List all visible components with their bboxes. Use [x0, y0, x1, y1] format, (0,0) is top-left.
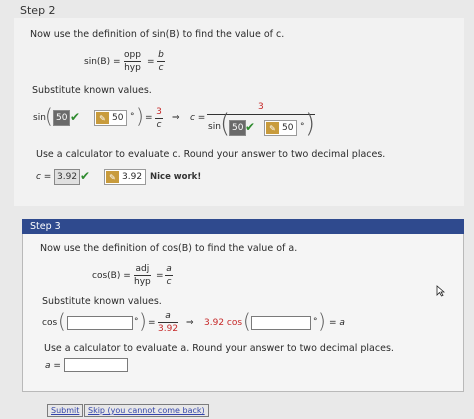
- sin2-close-paren: ): [305, 109, 316, 139]
- step3-substitute: Substitute known values.: [42, 296, 162, 307]
- cos-def-frac2: a c: [165, 264, 173, 287]
- sin-def-eq: =: [147, 57, 155, 67]
- cos-open-paren: (: [58, 309, 66, 333]
- c-input-field[interactable]: ✎ 3.92: [104, 169, 147, 185]
- sin-def-den1: hyp: [124, 63, 141, 73]
- step2-substitute: Substitute known values.: [32, 85, 152, 96]
- sin-close-paren: ): [136, 104, 144, 128]
- step3-title: Step 3: [22, 219, 464, 234]
- cos2-close-paren: ): [318, 309, 326, 333]
- c-input-value: 3.92: [122, 172, 143, 182]
- cos-def-den2: c: [166, 277, 172, 287]
- angle-value-box-2: 50: [229, 120, 247, 136]
- a-input-field[interactable]: [64, 358, 128, 372]
- degree-symbol-3: °: [134, 317, 139, 327]
- cos-def-den1: hyp: [134, 277, 151, 287]
- c-label: c =: [36, 172, 52, 182]
- implies-arrow: ⇒: [172, 113, 180, 123]
- equals-a: = a: [329, 318, 345, 328]
- step3-instruction: Now use the definition of cos(B) to find…: [40, 243, 298, 254]
- frac-a-over-392: a 3.92: [158, 311, 179, 334]
- eq-sign-3: =: [148, 318, 156, 328]
- sin-def-num2: b: [158, 50, 164, 60]
- c-value-box: 3.92: [54, 169, 81, 185]
- check-icon: ✔: [70, 110, 81, 124]
- submit-button[interactable]: Submit: [47, 404, 84, 417]
- num-3b: 3: [258, 102, 264, 112]
- sin-def-lhs: sin(B) =: [84, 57, 121, 67]
- key-icon-2: ✎: [266, 122, 279, 134]
- cos-def-lhs: cos(B) =: [92, 271, 131, 281]
- angle-input-field-2[interactable]: ✎ 50: [264, 120, 298, 136]
- den-392: 3.92: [158, 324, 179, 334]
- cos-def-num1: adj: [135, 264, 150, 274]
- cos2-open-paren: (: [243, 309, 251, 333]
- cos-def-frac1: adj hyp: [134, 264, 151, 287]
- sin-def-frac1: opp hyp: [124, 50, 141, 73]
- cos-def-eq: =: [156, 271, 164, 281]
- sin-def-den2: c: [158, 63, 164, 73]
- degree-symbol-2: °: [300, 122, 305, 132]
- key-icon: ✎: [96, 112, 109, 124]
- degree-symbol-4: °: [313, 317, 318, 327]
- angle-value-box: 50: [53, 110, 71, 126]
- sin-def-frac2: b c: [157, 50, 165, 73]
- sin-open-paren: (: [45, 104, 53, 128]
- angle-input-value: 50: [112, 113, 124, 123]
- cos-fn: cos: [42, 318, 58, 328]
- feedback-text: Nice work!: [150, 172, 202, 182]
- sin-fn: sin: [33, 113, 46, 123]
- check-icon-3: ✔: [80, 169, 91, 183]
- sin-def-num1: opp: [124, 50, 141, 60]
- angle-input-cos[interactable]: [67, 316, 133, 330]
- coef-392-cos: 3.92 cos: [204, 318, 243, 328]
- eq-sign: =: [145, 113, 153, 123]
- angle-input-value-2: 50: [282, 123, 294, 133]
- calc-instruction-c: Use a calculator to evaluate c. Round yo…: [36, 149, 386, 160]
- c-equals: c =: [190, 113, 206, 123]
- angle-input-field[interactable]: ✎ 50: [94, 110, 128, 126]
- mouse-cursor-icon: [436, 285, 445, 297]
- skip-button[interactable]: Skip (you cannot come back): [84, 404, 209, 417]
- num-a: a: [165, 311, 171, 321]
- den-c: c: [156, 120, 162, 130]
- sin-fn-2: sin: [208, 122, 221, 132]
- check-icon-2: ✔: [245, 120, 256, 134]
- step2-label: Step 2: [20, 4, 56, 17]
- calc-instruction-a: Use a calculator to evaluate a. Round yo…: [44, 343, 394, 354]
- cos-def-num2: a: [166, 264, 172, 274]
- frac-3-over-c: 3 c: [155, 107, 163, 130]
- implies-arrow-3: ⇒: [186, 318, 194, 328]
- degree-symbol: °: [130, 112, 135, 122]
- num-3: 3: [156, 107, 162, 117]
- cos-close-paren: ): [139, 309, 147, 333]
- angle-input-cos-2[interactable]: [251, 316, 311, 330]
- step2-instruction: Now use the definition of sin(B) to find…: [30, 29, 285, 40]
- a-label: a =: [45, 361, 61, 371]
- key-icon-3: ✎: [106, 171, 119, 183]
